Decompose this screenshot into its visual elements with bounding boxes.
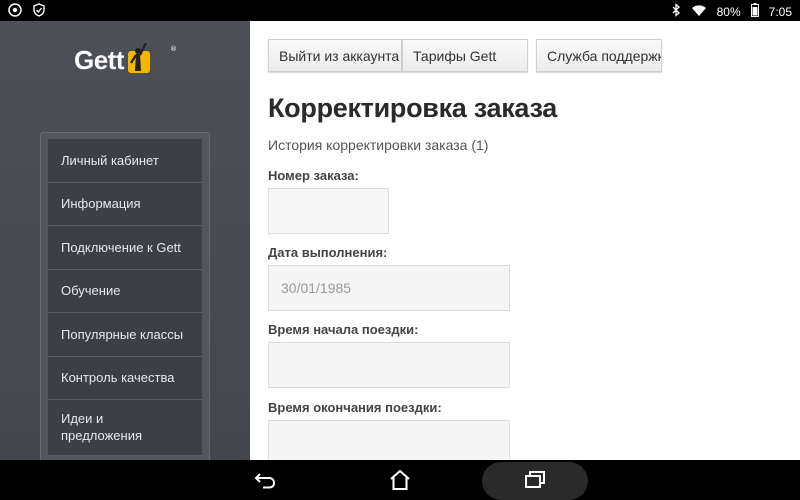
start-time-input[interactable] [268, 342, 510, 388]
history-link[interactable]: История корректировки заказа (1) [268, 137, 488, 153]
logout-button[interactable]: Выйти из аккаунта [268, 39, 402, 72]
end-time-label: Время окончания поездки: [268, 400, 442, 415]
sidebar-item-quality-control[interactable]: Контроль качества [48, 356, 202, 400]
order-number-input[interactable] [268, 188, 389, 234]
page-title: Корректировка заказа [268, 93, 557, 123]
app-window: Gett ® Личный кабинет Информация Подключ… [0, 21, 800, 460]
navigation-bar [0, 460, 800, 500]
sidebar-item-label: Подключение к Gett [61, 239, 181, 255]
back-icon[interactable] [250, 460, 280, 500]
shield-icon [32, 3, 46, 20]
recent-apps-icon[interactable] [520, 460, 550, 500]
start-time-label: Время начала поездки: [268, 322, 419, 337]
sidebar: Gett ® Личный кабинет Информация Подключ… [0, 21, 250, 460]
date-input[interactable] [268, 265, 510, 311]
sidebar-item-information[interactable]: Информация [48, 182, 202, 226]
tariffs-button[interactable]: Тарифы Gett [402, 39, 528, 72]
sidebar-item-personal-cabinet[interactable]: Личный кабинет [48, 139, 202, 183]
sidebar-item-label: Обучение [61, 283, 121, 299]
status-bar: 80% 7:05 [0, 0, 800, 21]
wifi-icon [691, 4, 707, 21]
end-time-input[interactable] [268, 420, 510, 460]
chrome-icon [8, 3, 22, 20]
logo-figure-icon [126, 39, 152, 75]
registered-mark: ® [170, 45, 177, 53]
battery-text: 80% [716, 4, 741, 19]
sidebar-item-label: Контроль качества [61, 370, 175, 386]
logo-text: Gett [74, 45, 125, 75]
clock: 7:05 [768, 4, 792, 19]
sidebar-item-label: Популярные классы [61, 326, 184, 342]
battery-icon [750, 3, 759, 21]
sidebar-item-label: Информация [61, 196, 141, 212]
home-icon[interactable] [385, 460, 415, 500]
bluetooth-icon [671, 3, 681, 21]
gett-logo[interactable]: Gett ® [74, 39, 177, 75]
order-number-label: Номер заказа: [268, 168, 359, 183]
support-button[interactable]: Служба поддержки [536, 39, 662, 72]
sidebar-item-ideas[interactable]: Идеи и предложения [48, 400, 202, 456]
sidebar-item-popular-classes[interactable]: Популярные классы [48, 313, 202, 357]
date-label: Дата выполнения: [268, 245, 388, 260]
sidebar-item-training[interactable]: Обучение [48, 269, 202, 313]
top-buttons: Выйти из аккаунта Тарифы Gett Служба под… [268, 39, 662, 72]
sidebar-item-connect-gett[interactable]: Подключение к Gett [48, 226, 202, 270]
sidebar-item-label: Личный кабинет [61, 152, 159, 168]
sidebar-menu: Личный кабинет Информация Подключение к … [40, 132, 210, 460]
main-content: Выйти из аккаунта Тарифы Gett Служба под… [250, 21, 800, 460]
sidebar-item-label: Идеи и предложения [61, 411, 143, 443]
